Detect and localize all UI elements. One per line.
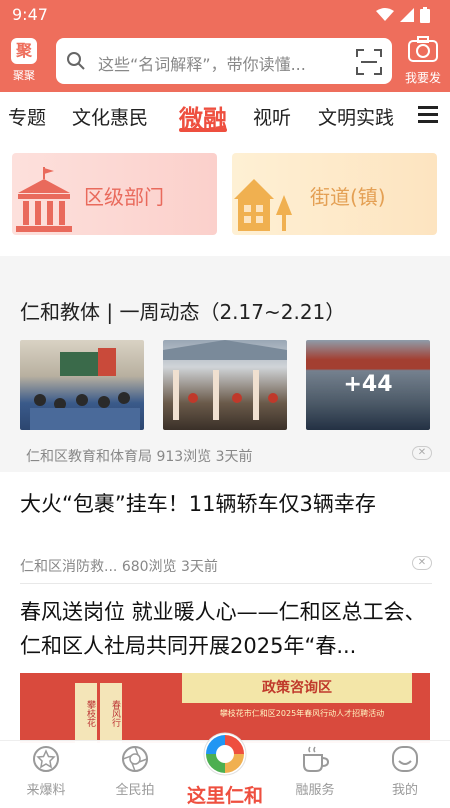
article-views: 680浏览 xyxy=(121,559,177,575)
signal-icon xyxy=(400,8,414,22)
article-views: 913浏览 xyxy=(156,449,212,465)
bottom-nav: 来爆料 全民拍 这里仁和 融服务 我的 xyxy=(0,732,450,807)
more-images-count: +44 xyxy=(306,340,430,430)
nav-profile-label: 我的 xyxy=(391,783,418,798)
smiley-icon xyxy=(392,746,418,772)
article-time: 3天前 xyxy=(215,449,253,465)
category-tabs: 专题 文化惠民 微融 视听 文明实践 xyxy=(0,92,450,138)
article-title: 春风送岗位 就业暖人心——仁和区总工会、仁和区人社局共同开展2025年“春... xyxy=(20,600,426,658)
article-thumbnail[interactable]: +44 xyxy=(306,340,430,430)
quick-cards: 区级部门 街道(镇) xyxy=(0,138,450,256)
header: 聚 聚聚 这些“名词解释”，带你读懂... 我要发 xyxy=(0,30,450,92)
article-meta: 仁和区教育和体育局 913浏览 3天前 xyxy=(26,446,253,466)
post-button[interactable]: 我要发 xyxy=(402,36,444,86)
tab-topics[interactable]: 专题 xyxy=(8,103,46,130)
nav-services-label: 融服务 xyxy=(295,783,335,798)
star-badge-icon xyxy=(33,746,59,772)
government-building-icon xyxy=(16,167,72,232)
status-icons xyxy=(376,7,430,23)
search-input[interactable]: 这些“名词解释”，带你读懂... xyxy=(98,51,338,75)
divider xyxy=(20,583,432,584)
article-time: 3天前 xyxy=(181,559,218,575)
nav-home[interactable]: 这里仁和 xyxy=(180,731,270,808)
status-time: 9:47 xyxy=(12,5,48,24)
house-tree-icon xyxy=(234,179,292,231)
battery-icon xyxy=(420,7,430,23)
article-title: 大火“包裹”挂车！11辆轿车仅3辆幸存 xyxy=(20,492,376,516)
wifi-icon xyxy=(376,8,394,21)
tab-civilization[interactable]: 文明实践 xyxy=(318,103,394,130)
nav-photo-label: 全民拍 xyxy=(115,783,155,798)
subdistrict-card[interactable]: 街道(镇) xyxy=(232,153,437,235)
banner-vertical-sign: 攀枝花 xyxy=(75,683,97,743)
gym-photo xyxy=(163,340,287,420)
banner-heading: 政策咨询区 xyxy=(182,673,412,703)
article-source: 仁和区消防救... xyxy=(20,559,118,575)
camera-aperture-icon xyxy=(122,746,148,772)
tab-culture[interactable]: 文化惠民 xyxy=(72,103,148,130)
app-logo-button[interactable]: 聚 聚聚 xyxy=(9,38,39,83)
nav-profile[interactable]: 我的 xyxy=(370,745,440,798)
classroom-photo xyxy=(30,348,140,430)
subdistrict-label: 街道(镇) xyxy=(310,185,386,209)
nav-report-label: 来爆料 xyxy=(26,783,66,798)
search-bar[interactable]: 这些“名词解释”，带你读懂... xyxy=(56,38,392,84)
app-logo-label: 聚聚 xyxy=(13,69,35,82)
nav-services[interactable]: 融服务 xyxy=(280,745,350,798)
coffee-cup-icon xyxy=(303,746,330,772)
status-bar: 9:47 xyxy=(0,0,450,30)
article-thumbnail xyxy=(163,340,287,430)
article-meta: 仁和区消防救... 680浏览 3天前 xyxy=(20,556,218,576)
banner-subtitle: 攀枝花市仁和区2025年春风行动人才招聘活动 xyxy=(219,709,385,718)
district-departments-label: 区级部门 xyxy=(84,185,164,209)
menu-icon[interactable] xyxy=(418,106,438,124)
article-source: 仁和区教育和体育局 xyxy=(26,449,152,465)
dismiss-button[interactable]: ✕ xyxy=(412,556,432,570)
tab-audiovisual[interactable]: 视听 xyxy=(253,103,291,130)
section-gap xyxy=(0,256,450,276)
renhe-logo-icon xyxy=(203,732,247,776)
news-item-education[interactable]: 仁和教体 | 一周动态（2.17~2.21） +44 仁和区教育和体育局 913… xyxy=(0,276,450,472)
district-departments-card[interactable]: 区级部门 xyxy=(12,153,217,235)
news-item-fire[interactable]: 大火“包裹”挂车！11辆轿车仅3辆幸存 仁和区消防救... 680浏览 3天前 … xyxy=(0,472,450,584)
article-title: 仁和教体 | 一周动态（2.17~2.21） xyxy=(20,300,346,324)
dismiss-button[interactable]: ✕ xyxy=(412,446,432,460)
nav-home-label: 这里仁和 xyxy=(186,785,263,807)
app-logo-icon: 聚 xyxy=(11,38,37,64)
banner-vertical-sign: 春风行 xyxy=(100,683,122,743)
news-item-employment[interactable]: 春风送岗位 就业暖人心——仁和区总工会、仁和区人社局共同开展2025年“春...… xyxy=(0,585,450,743)
nav-report[interactable]: 来爆料 xyxy=(11,745,81,798)
article-thumbnail xyxy=(20,340,144,430)
nav-photo[interactable]: 全民拍 xyxy=(100,745,170,798)
active-tab-indicator xyxy=(179,128,227,132)
post-label: 我要发 xyxy=(404,71,441,85)
scan-icon[interactable] xyxy=(356,49,382,75)
camera-icon xyxy=(408,36,438,62)
search-icon xyxy=(67,52,85,70)
